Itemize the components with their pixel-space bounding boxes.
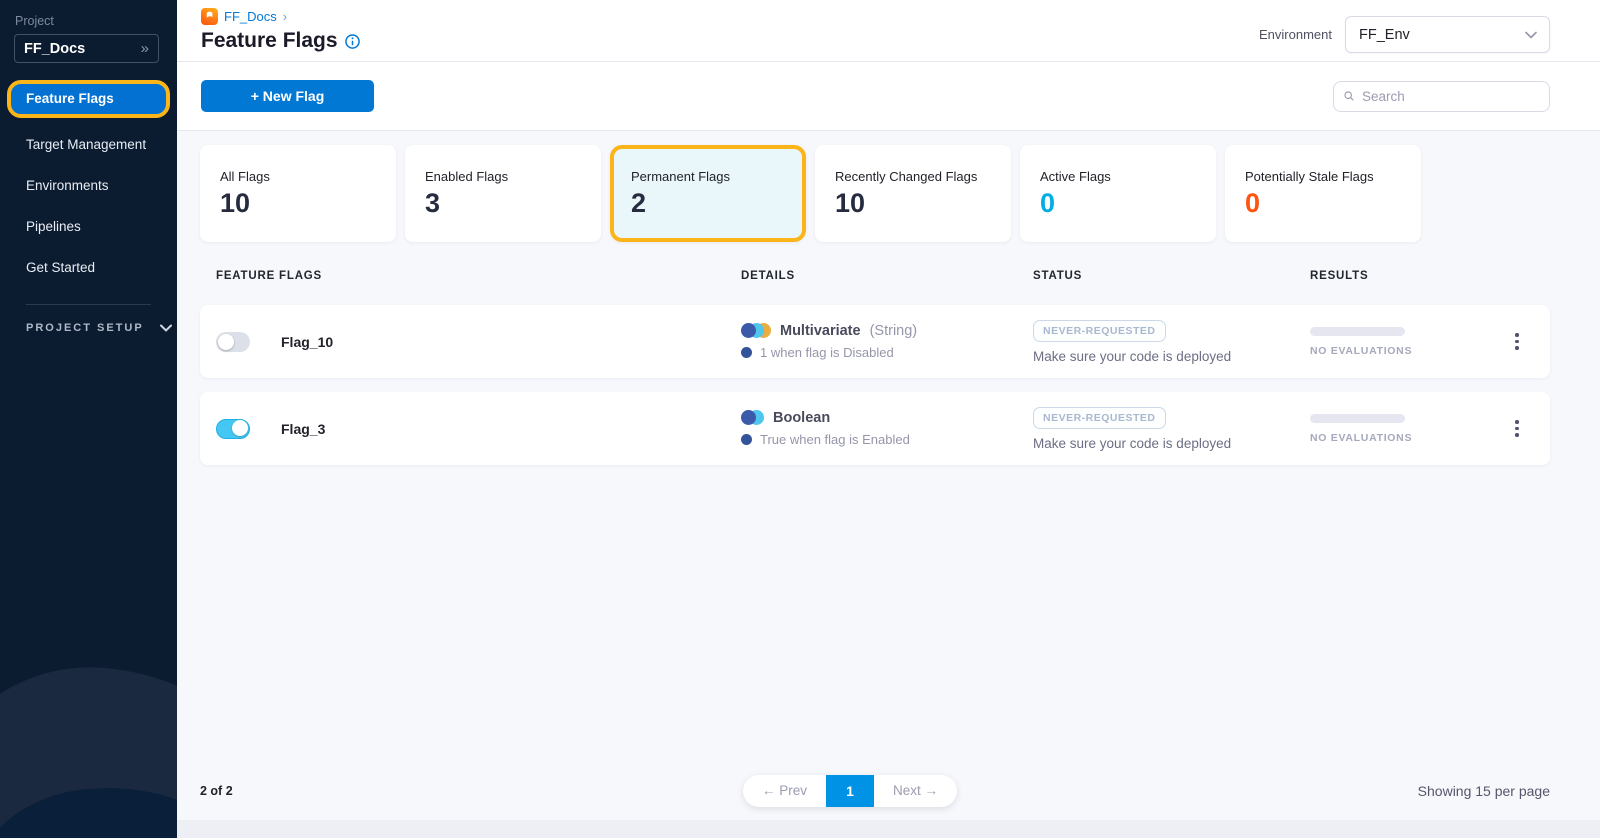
evaluations-bar (1310, 327, 1405, 336)
flag-toggle-off[interactable] (216, 332, 250, 352)
stat-label: All Flags (220, 169, 396, 184)
sidebar-item-label: Feature Flags (11, 84, 166, 114)
flag-toggle-on[interactable] (216, 419, 250, 439)
evaluations-bar (1310, 414, 1405, 423)
stat-label: Permanent Flags (631, 169, 802, 184)
sidebar-item-environments[interactable]: Environments (0, 165, 177, 206)
stat-card-all-flags[interactable]: All Flags 10 (200, 145, 396, 242)
table-row[interactable]: Flag_10 Multivariate (String) 1 when fla… (200, 305, 1550, 378)
status-badge: NEVER-REQUESTED (1033, 407, 1166, 429)
title-block: FF_Docs › Feature Flags (201, 8, 360, 53)
flag-name[interactable]: Flag_10 (281, 334, 333, 350)
stat-label: Potentially Stale Flags (1245, 169, 1421, 184)
row-count: 2 of 2 (200, 784, 350, 798)
stat-cards: All Flags 10 Enabled Flags 3 Permanent F… (200, 145, 1550, 242)
stat-card-active-flags[interactable]: Active Flags 0 (1020, 145, 1216, 242)
info-icon[interactable] (345, 34, 360, 49)
stat-value: 0 (1040, 188, 1216, 219)
chevron-down-icon (160, 324, 172, 332)
flag-results: NO EVALUATIONS (1310, 414, 1505, 444)
sidebar-item-get-started[interactable]: Get Started (0, 247, 177, 288)
multivariate-icon (741, 323, 771, 339)
status-badge: NEVER-REQUESTED (1033, 320, 1166, 342)
breadcrumb: FF_Docs › (201, 8, 360, 25)
stat-value: 0 (1245, 188, 1421, 219)
chevron-right-icon: › (283, 9, 287, 24)
stat-label: Active Flags (1040, 169, 1216, 184)
boolean-icon (741, 410, 764, 426)
flag-results: NO EVALUATIONS (1310, 327, 1505, 357)
stat-value: 3 (425, 188, 601, 219)
environment-value: FF_Env (1359, 27, 1410, 43)
search-box (1333, 81, 1550, 112)
current-page-button[interactable]: 1 (826, 775, 874, 807)
flag-status: NEVER-REQUESTED Make sure your code is d… (1033, 407, 1310, 451)
flag-status: NEVER-REQUESTED Make sure your code is d… (1033, 320, 1310, 364)
evaluations-text: NO EVALUATIONS (1310, 345, 1505, 357)
flag-type: Boolean (773, 410, 830, 426)
bottom-strip (177, 820, 1600, 838)
status-hint: Make sure your code is deployed (1033, 436, 1310, 451)
chevron-down-icon (1525, 31, 1537, 39)
variation-bullet-icon (741, 434, 752, 445)
new-flag-button[interactable]: + New Flag (201, 80, 374, 112)
search-input[interactable] (1362, 89, 1539, 104)
sidebar-item-feature-flags[interactable]: Feature Flags (7, 80, 170, 118)
kebab-menu-icon[interactable] (1505, 414, 1529, 444)
next-page-button[interactable]: Next → (874, 775, 957, 807)
table-header: FEATURE FLAGS DETAILS STATUS RESULTS (200, 261, 1550, 291)
stat-card-potentially-stale-flags[interactable]: Potentially Stale Flags 0 (1225, 145, 1421, 242)
page-size-text: Showing 15 per page (1350, 783, 1550, 799)
double-chevron-icon[interactable]: » (141, 40, 149, 57)
stat-label: Enabled Flags (425, 169, 601, 184)
page-header: FF_Docs › Feature Flags Environment FF_E… (177, 0, 1600, 62)
stat-card-recently-changed-flags[interactable]: Recently Changed Flags 10 (815, 145, 1011, 242)
toolbar: + New Flag (177, 62, 1600, 131)
stat-label: Recently Changed Flags (835, 169, 1011, 184)
table-row[interactable]: Flag_3 Boolean True when flag is Enabled… (200, 392, 1550, 465)
breadcrumb-project-link[interactable]: FF_Docs (224, 9, 277, 24)
sidebar: Project FF_Docs » Feature Flags Target M… (0, 0, 177, 838)
default-rule-text: 1 when flag is Disabled (760, 345, 894, 360)
footer: 2 of 2 ← Prev 1 Next → Showing 15 per pa… (200, 775, 1550, 820)
feature-flags-module-icon (201, 8, 218, 25)
variation-bullet-icon (741, 347, 752, 358)
page-title: Feature Flags (201, 29, 338, 53)
sidebar-item-pipelines[interactable]: Pipelines (0, 206, 177, 247)
project-setup-section[interactable]: PROJECT SETUP (26, 322, 177, 334)
environment-group: Environment FF_Env (1259, 16, 1550, 53)
column-header-results: RESULTS (1310, 270, 1505, 282)
project-name: FF_Docs (24, 41, 85, 57)
flag-details: Multivariate (String) 1 when flag is Dis… (741, 323, 1033, 360)
environment-select[interactable]: FF_Env (1345, 16, 1550, 53)
search-icon (1344, 89, 1354, 103)
project-setup-label: PROJECT SETUP (26, 322, 144, 334)
evaluations-text: NO EVALUATIONS (1310, 432, 1505, 444)
project-selector[interactable]: FF_Docs » (14, 34, 159, 63)
column-header-feature-flags: FEATURE FLAGS (216, 270, 741, 282)
stat-card-enabled-flags[interactable]: Enabled Flags 3 (405, 145, 601, 242)
app-window: Project FF_Docs » Feature Flags Target M… (0, 0, 1600, 838)
sidebar-divider (26, 304, 151, 305)
column-header-details: DETAILS (741, 270, 1033, 282)
main-area: FF_Docs › Feature Flags Environment FF_E… (177, 0, 1600, 838)
project-label: Project (15, 14, 177, 28)
stat-value: 2 (631, 188, 802, 219)
sidebar-item-target-management[interactable]: Target Management (0, 124, 177, 165)
prev-page-button[interactable]: ← Prev (743, 775, 826, 807)
column-header-status: STATUS (1033, 270, 1310, 282)
flag-name[interactable]: Flag_3 (281, 421, 325, 437)
pagination: ← Prev 1 Next → (743, 775, 957, 807)
environment-label: Environment (1259, 27, 1332, 42)
status-hint: Make sure your code is deployed (1033, 349, 1310, 364)
stat-card-permanent-flags-highlighted[interactable]: Permanent Flags 2 (610, 145, 806, 242)
default-rule-text: True when flag is Enabled (760, 432, 910, 447)
flag-type: Multivariate (780, 323, 861, 339)
flag-details: Boolean True when flag is Enabled (741, 410, 1033, 447)
kebab-menu-icon[interactable] (1505, 327, 1529, 357)
stat-value: 10 (220, 188, 396, 219)
stat-value: 10 (835, 188, 1011, 219)
flag-type-suffix: (String) (870, 323, 918, 339)
content-area: All Flags 10 Enabled Flags 3 Permanent F… (177, 131, 1600, 838)
